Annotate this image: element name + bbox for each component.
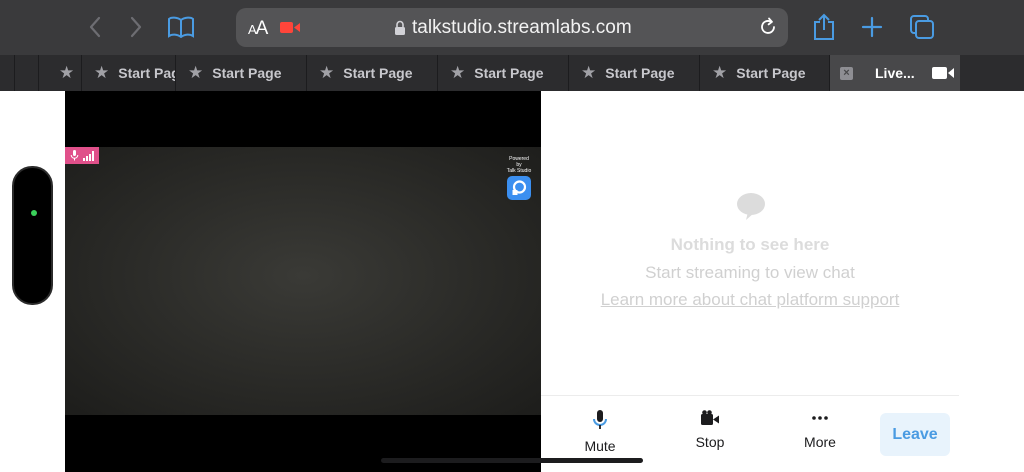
tabs-overview-icon[interactable] [907,12,937,42]
microphone-icon [593,410,607,429]
stop-button[interactable]: Stop [670,410,750,450]
tab-live-active[interactable]: × Live... [829,55,960,91]
tab-start-page[interactable]: ★Start Page [306,55,437,91]
close-icon[interactable]: × [840,66,853,80]
video-preview-area: Powered by Talk Studio [65,91,541,472]
signal-bars-icon [83,150,94,161]
browser-toolbar: AA talkstudio.streamlabs.com [0,0,1024,55]
star-icon: ★ [712,63,728,82]
star-icon: ★ [319,63,335,82]
tab-start-page[interactable]: ★Start Page [699,55,829,91]
star-icon: ★ [94,63,110,82]
tab-start-page[interactable]: ★Start Page [81,55,175,91]
tab-start-page[interactable]: ★Start Page [437,55,568,91]
star-icon: ★ [581,63,597,82]
recording-camera-icon[interactable] [280,21,300,39]
url-text[interactable]: talkstudio.streamlabs.com [412,17,632,39]
more-button[interactable]: More [780,410,860,450]
chat-bubble-icon [736,192,766,225]
tab-start-page[interactable]: ★Start Page [175,55,306,91]
tab-overflow-stub[interactable] [14,55,38,91]
forward-icon[interactable] [121,12,151,42]
side-floating-pill[interactable] [12,166,53,305]
status-dot [31,210,37,216]
reload-icon[interactable] [758,17,778,42]
star-icon: ★ [59,63,75,82]
more-dots-icon [812,416,828,420]
camera-feed: Powered by Talk Studio [65,147,541,415]
home-indicator[interactable] [381,458,643,463]
talk-studio-logo-icon [507,176,531,200]
share-icon[interactable] [809,12,839,42]
lock-icon [394,20,406,40]
address-bar[interactable]: AA talkstudio.streamlabs.com [236,8,788,47]
chat-panel: Nothing to see here Start streaming to v… [541,91,959,472]
star-icon: ★ [188,63,204,82]
powered-by-badge: Powered by Talk Studio [506,156,532,200]
video-camera-icon [701,410,719,425]
star-icon: ★ [450,63,466,82]
text-size-button[interactable]: AA [248,18,268,40]
video-camera-icon [931,66,954,80]
bookmarks-icon[interactable] [166,12,196,42]
leave-button[interactable]: Leave [880,413,950,456]
chat-support-link[interactable]: Learn more about chat platform support [541,290,959,310]
empty-chat-title: Nothing to see here [670,235,830,254]
back-icon[interactable] [80,12,110,42]
mic-icon [70,150,79,161]
mic-status-badge [65,147,99,164]
new-tab-icon[interactable] [857,12,887,42]
empty-chat-subtitle: Start streaming to view chat [645,263,855,282]
tab-stub[interactable]: ★ [38,55,81,91]
tab-bar: ★ ★Start Page ★Start Page ★Start Page ★S… [0,55,1024,91]
mute-button[interactable]: Mute [560,410,640,454]
tab-start-page[interactable]: ★Start Page [568,55,699,91]
